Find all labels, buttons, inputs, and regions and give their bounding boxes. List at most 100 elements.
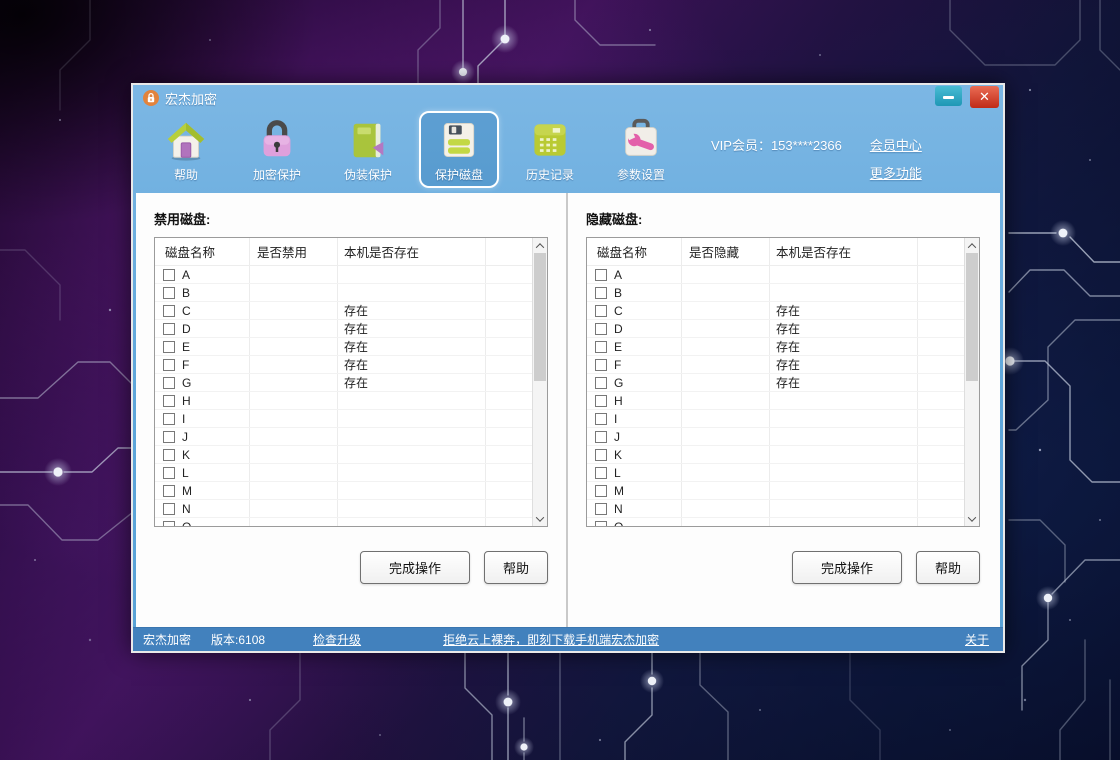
disk-letter: J: [614, 430, 620, 444]
about-link[interactable]: 关于: [965, 631, 989, 648]
disk-checkbox[interactable]: [163, 269, 175, 281]
disk-checkbox[interactable]: [595, 431, 607, 443]
disk-checkbox[interactable]: [595, 287, 607, 299]
scroll-down-button[interactable]: [533, 511, 547, 526]
disk-checkbox[interactable]: [595, 359, 607, 371]
toolbar-item-历史记录[interactable]: 历史记录: [510, 111, 590, 188]
disk-letter: F: [614, 358, 621, 372]
scrollbar-thumb[interactable]: [966, 253, 978, 381]
disk-checkbox[interactable]: [595, 341, 607, 353]
toolbar-item-伪装保护[interactable]: 伪装保护: [328, 111, 408, 188]
disk-checkbox[interactable]: [163, 467, 175, 479]
scrollbar[interactable]: [964, 238, 979, 526]
disk-letter: K: [614, 448, 622, 462]
table-row: O: [587, 518, 964, 526]
scroll-up-button[interactable]: [533, 238, 547, 253]
disk-exists: 存在: [337, 356, 532, 373]
disk-checkbox[interactable]: [595, 449, 607, 461]
table-row: H: [587, 392, 964, 410]
table-row: N: [155, 500, 532, 518]
column-disk-name: 磁盘名称: [155, 242, 249, 261]
disk-exists: 存在: [769, 302, 964, 319]
toolbar-item-加密保护[interactable]: 加密保护: [237, 111, 317, 188]
disk-checkbox[interactable]: [163, 341, 175, 353]
disk-letter: M: [182, 484, 192, 498]
disk-letter: G: [182, 376, 191, 390]
footer-version: 版本:6108: [211, 631, 265, 648]
scroll-down-button[interactable]: [965, 511, 979, 526]
disk-checkbox[interactable]: [163, 323, 175, 335]
toolbar-item-label: 参数设置: [603, 166, 679, 183]
table-row: A: [155, 266, 532, 284]
table-row: B: [587, 284, 964, 302]
table-row: L: [155, 464, 532, 482]
disk-checkbox[interactable]: [595, 395, 607, 407]
table-row: I: [155, 410, 532, 428]
disk-checkbox[interactable]: [163, 413, 175, 425]
help-button[interactable]: 帮助: [916, 551, 980, 584]
disk-checkbox[interactable]: [163, 359, 175, 371]
disk-letter: C: [182, 304, 191, 318]
desktop-background: 宏杰加密 ✕ 帮助加密保护伪装保护保护磁盘历史记录参数设置 VIP会员：153*…: [0, 0, 1120, 760]
disk-checkbox[interactable]: [163, 395, 175, 407]
toolbar-item-label: 帮助: [148, 166, 224, 183]
title-bar[interactable]: 宏杰加密 ✕: [133, 85, 1003, 111]
finish-operation-button[interactable]: 完成操作: [792, 551, 902, 584]
disk-checkbox[interactable]: [163, 485, 175, 497]
disk-checkbox[interactable]: [595, 377, 607, 389]
disk-checkbox[interactable]: [163, 521, 175, 527]
disk-letter: D: [182, 322, 191, 336]
more-features-link[interactable]: 更多功能: [870, 163, 922, 182]
main-toolbar: 帮助加密保护伪装保护保护磁盘历史记录参数设置 VIP会员：153****2366…: [133, 111, 1003, 193]
disk-checkbox[interactable]: [163, 305, 175, 317]
table-header: 磁盘名称 是否禁用 本机是否存在: [155, 238, 532, 266]
disk-checkbox[interactable]: [595, 305, 607, 317]
disk-letter: F: [182, 358, 189, 372]
scrollbar-thumb[interactable]: [534, 253, 546, 381]
disk-checkbox[interactable]: [595, 323, 607, 335]
table-row: E 存在: [155, 338, 532, 356]
toolbar-item-保护磁盘[interactable]: 保护磁盘: [419, 111, 499, 188]
help-button[interactable]: 帮助: [484, 551, 548, 584]
footer-bar: 宏杰加密 版本:6108 检查升级 拒绝云上裸奔，即刻下载手机端宏杰加密 关于: [133, 627, 1003, 651]
disk-letter: E: [182, 340, 190, 354]
toolbar-item-帮助[interactable]: 帮助: [146, 111, 226, 188]
disk-letter: A: [182, 268, 190, 282]
disk-checkbox[interactable]: [595, 503, 607, 515]
scroll-up-button[interactable]: [965, 238, 979, 253]
disk-letter: B: [614, 286, 622, 300]
disk-checkbox[interactable]: [595, 269, 607, 281]
vip-member-label: VIP会员：153****2366: [711, 135, 842, 154]
disk-checkbox[interactable]: [163, 377, 175, 389]
disk-exists: 存在: [337, 338, 532, 355]
mobile-app-promo-link[interactable]: 拒绝云上裸奔，即刻下载手机端宏杰加密: [443, 631, 659, 648]
chevron-up-icon: [968, 243, 976, 251]
close-button[interactable]: ✕: [970, 86, 999, 108]
table-row: L: [587, 464, 964, 482]
member-center-link[interactable]: 会员中心: [870, 135, 922, 154]
disk-checkbox[interactable]: [163, 449, 175, 461]
disk-checkbox[interactable]: [163, 503, 175, 515]
close-icon: ✕: [979, 89, 990, 105]
disk-letter: A: [614, 268, 622, 282]
minimize-button[interactable]: [935, 86, 962, 106]
app-window: 宏杰加密 ✕ 帮助加密保护伪装保护保护磁盘历史记录参数设置 VIP会员：153*…: [131, 83, 1005, 653]
chevron-down-icon: [536, 513, 544, 521]
toolbar-item-参数设置[interactable]: 参数设置: [601, 111, 681, 188]
disk-checkbox[interactable]: [163, 431, 175, 443]
check-upgrade-link[interactable]: 检查升级: [313, 631, 361, 648]
table-row: G存在: [155, 374, 532, 392]
disk-letter: C: [614, 304, 623, 318]
finish-operation-button[interactable]: 完成操作: [360, 551, 470, 584]
disk-checkbox[interactable]: [595, 413, 607, 425]
disk-checkbox[interactable]: [595, 467, 607, 479]
disk-checkbox[interactable]: [595, 521, 607, 527]
scrollbar[interactable]: [532, 238, 547, 526]
disk-letter: N: [614, 502, 623, 516]
disk-checkbox[interactable]: [163, 287, 175, 299]
disk-checkbox[interactable]: [595, 485, 607, 497]
disk-letter: L: [182, 466, 189, 480]
table-row: M: [587, 482, 964, 500]
disk-exists: 存在: [769, 338, 964, 355]
disk-letter: J: [182, 430, 188, 444]
